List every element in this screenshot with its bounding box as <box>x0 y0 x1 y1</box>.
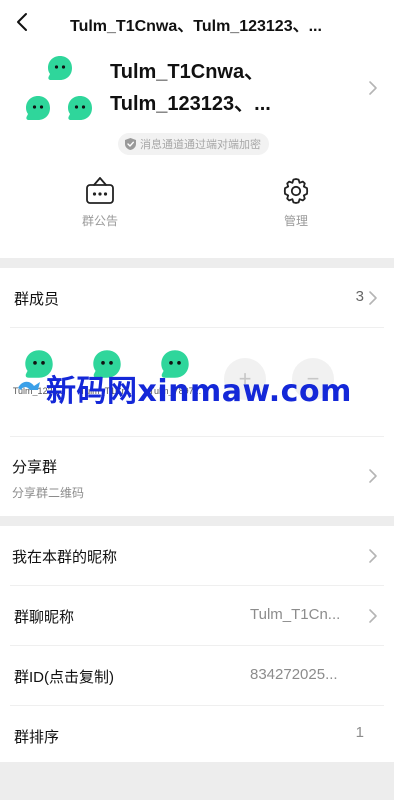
group-nickname-row[interactable]: 群聊昵称 Tulm_T1Cn... <box>0 586 394 646</box>
group-members-label: 群成员 <box>14 291 60 308</box>
chevron-right-icon <box>369 291 377 305</box>
watermark-text: 新码网xinmaw.com <box>46 374 352 409</box>
top-bar: Tulm_T1Cnwa、Tulm_123123、... <box>0 0 394 44</box>
share-group-sub: 分享群二维码 <box>12 486 85 500</box>
notice-board-icon <box>86 177 114 204</box>
chevron-right-icon[interactable] <box>368 80 378 96</box>
group-name-line2: Tulm_123123、... <box>110 93 271 115</box>
chevron-right-icon <box>369 609 377 623</box>
manage-label: 管理 <box>283 214 308 228</box>
back-button[interactable] <box>8 8 36 36</box>
group-order-row[interactable]: 群排序 1 <box>0 706 394 766</box>
watermark: 新码网xinmaw.com <box>16 368 376 409</box>
group-order-label: 群排序 <box>14 729 60 746</box>
my-nickname-row[interactable]: 我在本群的昵称 <box>0 526 394 586</box>
group-name[interactable]: Tulm_T1Cnwa、 Tulm_123123、... <box>110 56 360 120</box>
group-nickname-label: 群聊昵称 <box>14 609 75 626</box>
my-nickname-label: 我在本群的昵称 <box>12 549 118 566</box>
group-avatar[interactable] <box>24 54 96 126</box>
group-id-row[interactable]: 群ID(点击复制) 834272025... <box>0 646 394 706</box>
encryption-note: 消息通道通过端对端加密 <box>140 139 261 151</box>
member-count: 3 <box>355 288 364 305</box>
gear-icon <box>283 178 309 204</box>
group-members-row[interactable]: 群成员 3 <box>0 268 394 328</box>
encryption-badge: 消息通道通过端对端加密 <box>118 133 269 155</box>
chat-bubble-avatar-icon <box>26 96 50 120</box>
watermark-logo-icon <box>18 381 40 390</box>
group-notice-button[interactable]: 群公告 <box>60 176 140 229</box>
chevron-left-icon <box>17 13 27 31</box>
group-notice-label: 群公告 <box>81 214 118 228</box>
group-id-value: 834272025... <box>250 666 338 683</box>
chat-bubble-avatar-icon <box>68 96 92 120</box>
shield-check-icon <box>125 138 136 150</box>
chevron-right-icon <box>369 469 377 483</box>
group-name-line1: Tulm_T1Cnwa、 <box>110 61 265 83</box>
group-order-value: 1 <box>355 724 364 741</box>
share-group-label: 分享群 <box>12 459 58 476</box>
page-title: Tulm_T1Cnwa、Tulm_123123、... <box>70 18 322 35</box>
settings-card: 我在本群的昵称 群聊昵称 Tulm_T1Cn... 群ID(点击复制) 8342… <box>0 526 394 762</box>
group-id-label: 群ID(点击复制) <box>14 669 114 686</box>
chevron-right-icon <box>369 549 377 563</box>
chat-bubble-avatar-icon <box>48 56 72 80</box>
group-header: Tulm_T1Cnwa、 Tulm_123123、... 消息通道通过端对端加密… <box>0 44 394 258</box>
divider <box>10 327 384 328</box>
group-nickname-value: Tulm_T1Cn... <box>250 606 341 623</box>
manage-button[interactable]: 管理 <box>256 176 336 229</box>
share-group-row[interactable]: 分享群 分享群二维码 <box>0 436 394 516</box>
